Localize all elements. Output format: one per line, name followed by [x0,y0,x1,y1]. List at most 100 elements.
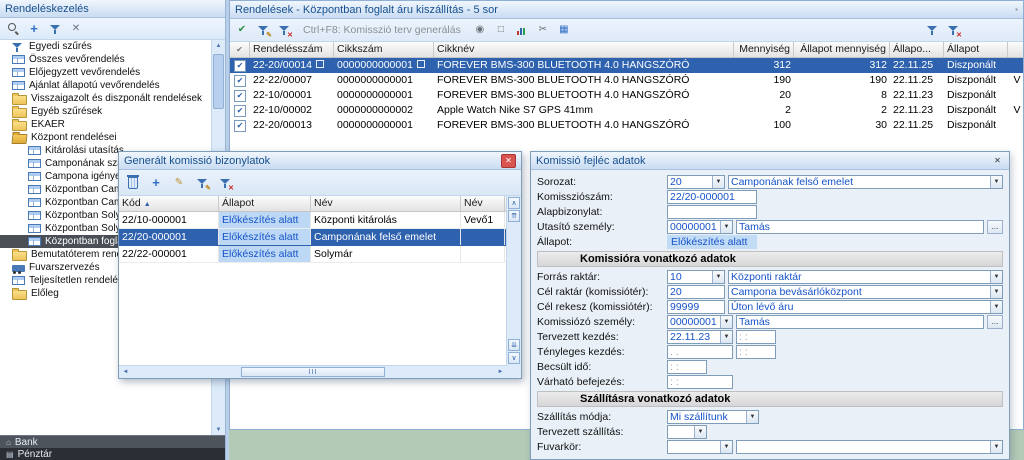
combo-field[interactable]: Camponának felső emelet▼ [728,175,1003,189]
row-checkbox-icon[interactable]: ✔ [234,60,246,72]
preview-icon[interactable]: ◉ [472,22,488,38]
close-icon[interactable]: ✕ [991,155,1004,167]
scroll-up-icon[interactable]: ▲ [212,40,225,52]
dropdown-icon[interactable]: ▼ [720,316,732,328]
tree-item[interactable]: EKAER [0,118,212,131]
nav-down-icon[interactable]: ∨ [508,352,520,364]
filter-edit-icon[interactable]: ✎ [194,175,210,191]
combo-field[interactable]: Campona bevásárlóközpont▼ [728,285,1003,299]
combo-field[interactable]: ▼ [736,440,1003,454]
nav-down-double-icon[interactable]: ⇊ [508,339,520,351]
row-checkbox-icon[interactable]: ✔ [234,90,246,102]
table-row[interactable]: ✔22-20/000130000000000001FOREVER BMS-300… [230,118,1023,133]
column-header[interactable]: Név [461,196,505,211]
resize-grip[interactable] [507,365,521,378]
table-row[interactable]: ✔22-22/000070000000000001FOREVER BMS-300… [230,73,1023,88]
combo-field[interactable]: 00000001▼ [667,220,733,234]
tree-item[interactable]: Egyéb szűrések [0,105,212,118]
search-icon[interactable] [5,21,21,37]
text-field[interactable]: . . [667,345,733,359]
text-field[interactable]: 20 [667,285,725,299]
scroll-thumb[interactable] [213,54,224,109]
column-header[interactable]: Név [311,196,461,211]
combo-field[interactable]: 10▼ [667,270,725,284]
scroll-right-icon[interactable]: ► [494,366,507,378]
table-row[interactable]: ✔22-10/000020000000000002Apple Watch Nik… [230,103,1023,118]
ellipsis-button[interactable]: ... [987,315,1003,329]
sidebar-bottom-item[interactable]: ⌂Bank [0,436,225,448]
dropdown-icon[interactable]: ▼ [990,271,1002,283]
combo-field[interactable]: ▼ [667,425,707,439]
text-field[interactable]: Tamás [736,315,984,329]
add-icon[interactable]: + [148,175,164,191]
column-header[interactable] [1008,42,1023,57]
filter-x-icon[interactable]: ✕ [945,22,961,38]
multiselect-icon[interactable]: ✔ [234,22,250,38]
nav-up-icon[interactable]: ∧ [508,197,520,209]
dropdown-icon[interactable]: ▼ [990,301,1002,313]
text-field[interactable]: : : [667,375,733,389]
combo-field[interactable]: 20▼ [667,175,725,189]
clear-filter-icon[interactable]: ✕ [68,21,84,37]
dropdown-icon[interactable]: ▼ [720,441,732,453]
column-header[interactable]: Állapot [944,42,1008,57]
filter-clear-icon[interactable]: ✕ [217,175,233,191]
combo-field[interactable]: ▼ [667,440,733,454]
row-checkbox-icon[interactable]: ✔ [234,75,246,87]
dropdown-icon[interactable]: ▼ [990,176,1002,188]
column-header[interactable]: Állapo... [890,42,944,57]
text-field[interactable]: : : [667,360,707,374]
chart-icon[interactable] [514,22,530,38]
list-item[interactable]: 22/22-000001Előkészítés alattSolymár [119,246,506,263]
ellipsis-button[interactable]: ... [987,220,1003,234]
hscroll-thumb[interactable]: III [241,367,386,377]
table-row[interactable]: ✔22-10/000010000000000001FOREVER BMS-300… [230,88,1023,103]
frame-icon[interactable]: □ [493,22,509,38]
dropdown-icon[interactable]: ▼ [720,221,732,233]
column-header[interactable]: Kód▲ [119,196,219,211]
tree-item[interactable]: Visszaigazolt és diszponált rendelések [0,92,212,105]
column-header[interactable]: Mennyiség [734,42,794,57]
combo-field[interactable]: Központi raktár▼ [728,270,1003,284]
list-item[interactable]: 22/10-000001Előkészítés alattKözponti ki… [119,212,506,229]
text-field[interactable] [667,205,757,219]
filter-edit-icon[interactable]: ✎ [255,22,271,38]
dropdown-icon[interactable]: ▼ [990,286,1002,298]
column-header[interactable]: Rendelésszám [250,42,334,57]
text-field[interactable]: : : [736,330,776,344]
tree-item[interactable]: Ajánlat állapotú vevőrendelés [0,79,212,92]
filter-icon[interactable] [924,22,940,38]
pin-icon[interactable]: ▪ [1015,5,1018,14]
combo-field[interactable]: 22.11.23▼ [667,330,733,344]
list-item[interactable]: 22/20-000001Előkészítés alattCamponának … [119,229,506,246]
scroll-left-icon[interactable]: ◄ [119,366,132,378]
hscroll-track[interactable]: III [132,366,494,378]
row-checkbox-icon[interactable]: ✔ [234,105,246,117]
cut-icon[interactable]: ✂ [535,22,551,38]
tree-item[interactable]: Összes vevőrendelés [0,53,212,66]
column-header[interactable]: Állapot mennyiség [794,42,890,57]
combo-field[interactable]: Mi szállítunk▼ [667,410,759,424]
column-header[interactable]: ✔ [230,42,250,57]
table-row[interactable]: ✔22-20/000140000000000001FOREVER BMS-300… [230,58,1023,73]
dropdown-icon[interactable]: ▼ [694,426,706,438]
dropdown-icon[interactable]: ▼ [990,441,1002,453]
dialog-hscrollbar[interactable]: ◄ III ► [119,365,507,378]
combo-field[interactable]: Úton lévő áru▼ [728,300,1003,314]
dropdown-icon[interactable]: ▼ [712,176,724,188]
nav-up-double-icon[interactable]: ⇈ [508,210,520,222]
column-header[interactable]: Állapot [219,196,311,211]
dropdown-icon[interactable]: ▼ [712,271,724,283]
edit-icon[interactable]: ✎ [171,175,187,191]
delete-icon[interactable] [125,175,141,191]
add-icon[interactable]: + [26,21,42,37]
text-field[interactable]: 22/20-000001 [667,190,757,204]
grid-icon[interactable]: ▦ [556,22,572,38]
dropdown-icon[interactable]: ▼ [746,411,758,423]
column-header[interactable]: Cikkszám [334,42,434,57]
tree-item[interactable]: Előjegyzett vevőrendelés [0,66,212,79]
dropdown-icon[interactable]: ▼ [720,331,732,343]
filter-icon[interactable] [47,21,63,37]
row-checkbox-icon[interactable]: ✔ [234,120,246,132]
sidebar-bottom-item[interactable]: ▤Pénztár [0,448,225,460]
